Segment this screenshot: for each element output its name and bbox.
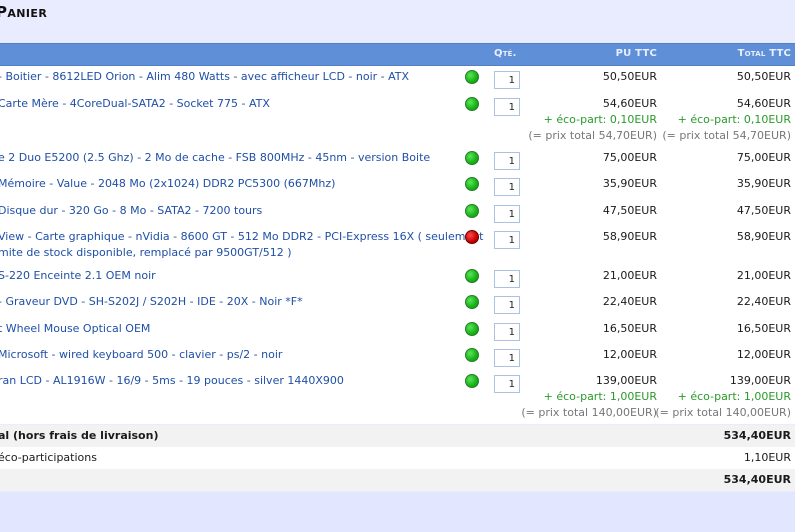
product-link[interactable]: Disque dur - 320 Go - 8 Mo - SATA2 - 720… — [0, 203, 450, 219]
unit-price: 12,00EUR — [602, 348, 657, 361]
unit-price: 22,40EUR — [602, 295, 657, 308]
stock-ok-icon — [465, 348, 479, 362]
unit-price-block: 54,60EUR + éco-part: 0,10EUR (= prix tot… — [528, 96, 657, 144]
unit-price: 139,00EUR — [595, 374, 657, 387]
header-pu-ttc: PU TTC — [615, 48, 657, 59]
quantity-input[interactable] — [494, 323, 520, 341]
stock-unavailable-icon — [465, 230, 479, 244]
title-band: Panier — [0, 0, 795, 43]
product-link[interactable]: ran LCD - AL1916W - 16/9 - 5ms - 19 pouc… — [0, 373, 450, 389]
quantity-input[interactable] — [494, 375, 520, 393]
table-header: Qté. PU TTC Total TTC — [0, 43, 795, 66]
unit-price: 47,50EUR — [602, 204, 657, 217]
eco-participation-label: éco-participations — [0, 451, 97, 464]
line-total: 35,90EUR — [736, 177, 791, 190]
eco-part: + éco-part: 1,00EUR — [677, 390, 791, 403]
subtotal-label: al (hors frais de livraison) — [0, 429, 159, 442]
prix-total-note: (= prix total 54,70EUR) — [528, 129, 657, 142]
quantity-input[interactable] — [494, 270, 520, 288]
unit-price: 50,50EUR — [602, 70, 657, 83]
line-total-block: 139,00EUR + éco-part: 1,00EUR (= prix to… — [655, 373, 791, 421]
subtotal-value: 534,40EUR — [723, 429, 791, 442]
stock-ok-icon — [465, 97, 479, 111]
line-total: 58,90EUR — [736, 230, 791, 243]
quantity-input[interactable] — [494, 98, 520, 116]
quantity-input[interactable] — [494, 71, 520, 89]
unit-price-block: 139,00EUR + éco-part: 1,00EUR (= prix to… — [521, 373, 657, 421]
stock-ok-icon — [465, 151, 479, 165]
unit-price: 35,90EUR — [602, 177, 657, 190]
stock-ok-icon — [465, 269, 479, 283]
product-link[interactable]: - Graveur DVD - SH-S202J / S202H - IDE -… — [0, 294, 450, 310]
footer-band — [0, 492, 795, 532]
line-total: 16,50EUR — [736, 322, 791, 335]
subtotal-row: al (hors frais de livraison) 534,40EUR — [0, 425, 795, 447]
line-total: 139,00EUR — [729, 374, 791, 387]
line-total: 54,60EUR — [736, 97, 791, 110]
line-total-block: 54,60EUR + éco-part: 0,10EUR (= prix tot… — [662, 96, 791, 144]
quantity-input[interactable] — [494, 349, 520, 367]
product-name-line2: mite de stock disponible, remplacé par 9… — [0, 246, 292, 259]
header-qte: Qté. — [494, 48, 517, 59]
product-link[interactable]: t Wheel Mouse Optical OEM — [0, 321, 450, 337]
eco-part: + éco-part: 0,10EUR — [543, 113, 657, 126]
quantity-input[interactable] — [494, 178, 520, 196]
unit-price: 54,60EUR — [602, 97, 657, 110]
page-title: Panier — [0, 3, 48, 21]
stock-ok-icon — [465, 204, 479, 218]
prix-total-note: (= prix total 54,70EUR) — [662, 129, 791, 142]
product-link[interactable]: View - Carte graphique - nVidia - 8600 G… — [0, 229, 484, 261]
product-link[interactable]: S-220 Enceinte 2.1 OEM noir — [0, 268, 450, 284]
unit-price: 75,00EUR — [602, 151, 657, 164]
product-name-line1: View - Carte graphique - nVidia - 8600 G… — [0, 230, 484, 243]
eco-part: + éco-part: 0,10EUR — [677, 113, 791, 126]
product-link[interactable]: - Boitier - 8612LED Orion - Alim 480 Wat… — [0, 69, 450, 85]
product-link[interactable]: Microsoft - wired keyboard 500 - clavier… — [0, 347, 450, 363]
unit-price: 58,90EUR — [602, 230, 657, 243]
cart-items: - Boitier - 8612LED Orion - Alim 480 Wat… — [0, 66, 795, 424]
product-link[interactable]: e 2 Duo E5200 (2.5 Ghz) - 2 Mo de cache … — [0, 150, 450, 166]
quantity-input[interactable] — [494, 231, 520, 249]
line-total: 12,00EUR — [736, 348, 791, 361]
stock-ok-icon — [465, 374, 479, 388]
total-value: 534,40EUR — [723, 473, 791, 486]
stock-ok-icon — [465, 322, 479, 336]
unit-price: 16,50EUR — [602, 322, 657, 335]
eco-participation-value: 1,10EUR — [743, 451, 791, 464]
cart-page: Panier Qté. PU TTC Total TTC - Boitier -… — [0, 0, 795, 532]
eco-participation-row: éco-participations 1,10EUR — [0, 447, 795, 469]
line-total: 21,00EUR — [736, 269, 791, 282]
quantity-input[interactable] — [494, 205, 520, 223]
prix-total-note: (= prix total 140,00EUR) — [655, 406, 791, 419]
prix-total-note: (= prix total 140,00EUR) — [521, 406, 657, 419]
quantity-input[interactable] — [494, 296, 520, 314]
header-total-ttc: Total TTC — [737, 48, 791, 59]
total-row: 534,40EUR — [0, 469, 795, 491]
unit-price: 21,00EUR — [602, 269, 657, 282]
quantity-input[interactable] — [494, 152, 520, 170]
product-link[interactable]: Carte Mère - 4CoreDual-SATA2 - Socket 77… — [0, 96, 450, 112]
line-total: 47,50EUR — [736, 204, 791, 217]
stock-ok-icon — [465, 70, 479, 84]
line-total: 75,00EUR — [736, 151, 791, 164]
line-total: 22,40EUR — [736, 295, 791, 308]
stock-ok-icon — [465, 177, 479, 191]
eco-part: + éco-part: 1,00EUR — [543, 390, 657, 403]
line-total: 50,50EUR — [736, 70, 791, 83]
product-link[interactable]: Mémoire - Value - 2048 Mo (2x1024) DDR2 … — [0, 176, 450, 192]
stock-ok-icon — [465, 295, 479, 309]
